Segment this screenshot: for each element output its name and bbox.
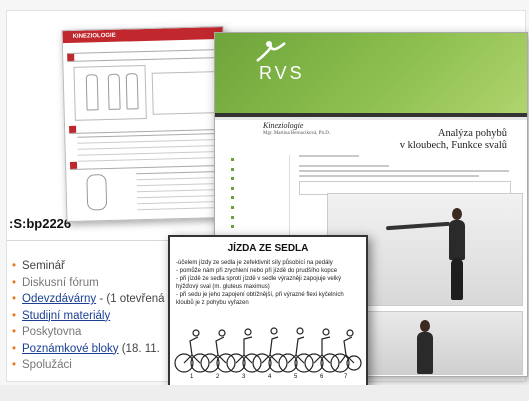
title-bar bbox=[215, 117, 527, 120]
table-box bbox=[151, 71, 219, 115]
menu-item-label: Diskusní fórum bbox=[22, 276, 99, 289]
menu-item-label: Spolužáci bbox=[22, 359, 72, 371]
frame-number: 6 bbox=[320, 374, 324, 379]
bullet-icon: • bbox=[12, 326, 17, 338]
body-figure bbox=[107, 73, 121, 110]
menu-item-label: Seminář bbox=[22, 260, 65, 272]
menu-item-forum[interactable]: • Diskusní fórum bbox=[12, 275, 165, 292]
bullet-icon: • bbox=[12, 260, 17, 272]
course-code: :S:bp2226 bbox=[9, 216, 72, 231]
card-line: - při sedu je jeho zapojení obtížnější, … bbox=[176, 292, 344, 306]
section-marker bbox=[67, 53, 75, 62]
cycling-card: JÍZDA ZE SEDLA -účelem jízdy ze sedla je… bbox=[168, 235, 368, 387]
bullet-icon: • bbox=[12, 309, 17, 322]
menu-item-link[interactable]: Poznámkové bloky bbox=[22, 343, 119, 355]
body-figure bbox=[85, 74, 99, 111]
menu-item-odevzdavarny[interactable]: • Odevzdávárny - (1 otevřená bbox=[12, 291, 165, 308]
menu-item-poznamky[interactable]: • Poznámkové bloky (18. 11. bbox=[12, 341, 165, 358]
menu-item-link[interactable]: Odevzdávárny bbox=[22, 293, 96, 305]
course-menu: • Seminář • Diskusní fórum • Odevzdávárny -… bbox=[12, 258, 165, 374]
rvs-logo-text: RVS bbox=[259, 63, 305, 83]
rvs-content bbox=[299, 155, 519, 195]
frame-number: 2 bbox=[216, 374, 220, 379]
menu-item-link[interactable]: Studijní materiály bbox=[22, 310, 110, 322]
card-line: -účelem jízdy ze sedla je zefektivnit sí… bbox=[176, 260, 333, 266]
body-figure bbox=[125, 73, 139, 110]
menu-item-spoluzaci[interactable]: • Spolužáci bbox=[12, 357, 165, 374]
rvs-title-line: v kloubech, Funkce svalů bbox=[399, 140, 507, 151]
menu-item-suffix: (18. 11. bbox=[118, 342, 160, 355]
bullet-icon: • bbox=[12, 293, 17, 305]
section-line bbox=[69, 123, 220, 134]
footer-strip bbox=[0, 385, 529, 401]
cyclist-sequence-illustration: 1 2 3 4 5 6 7 bbox=[174, 327, 362, 379]
frame-number: 1 bbox=[190, 374, 194, 379]
frame-number: 7 bbox=[344, 374, 348, 379]
rvs-title: Analýza pohybů v kloubech, Funkce svalů bbox=[357, 128, 507, 152]
card-line: - při jízdě ze sedla sprotí jízdě v sedl… bbox=[176, 276, 342, 290]
menu-item-seminar[interactable]: • Seminář bbox=[12, 258, 165, 275]
menu-item-studijni[interactable]: • Studijní materiály bbox=[12, 308, 165, 325]
menu-item-suffix: - (1 otevřená bbox=[96, 293, 165, 305]
menu-item-poskytovna[interactable]: • Poskytovna bbox=[12, 324, 165, 341]
frame-number: 3 bbox=[242, 374, 246, 379]
kineziologie-document: KINEZIOLOGIE bbox=[61, 25, 229, 223]
rvs-title-line: Analýza pohybů bbox=[437, 128, 507, 139]
menu-item-label: Poskytovna bbox=[22, 326, 82, 338]
data-table bbox=[77, 133, 216, 162]
rvs-author: Mgr. Martina Bernaciková, Ph.D. bbox=[263, 131, 331, 136]
frame-number: 4 bbox=[268, 374, 272, 379]
section-marker bbox=[69, 125, 77, 133]
rvs-logo-icon bbox=[256, 41, 286, 62]
card-title: JÍZDA ZE SEDLA bbox=[227, 243, 309, 254]
data-table bbox=[136, 171, 218, 211]
bullet-icon: • bbox=[12, 276, 17, 289]
section-marker bbox=[69, 161, 78, 169]
rvs-heading: Kineziologie bbox=[263, 121, 304, 130]
bullet-icon: • bbox=[12, 359, 17, 371]
document-title: KINEZIOLOGIE bbox=[62, 26, 223, 44]
bullet-icon: • bbox=[12, 342, 17, 355]
card-text: -účelem jízdy ze sedla je zefektivnit sí… bbox=[176, 259, 362, 307]
anatomy-figure bbox=[86, 174, 108, 211]
frame-number: 5 bbox=[294, 374, 298, 379]
card-line: - pomůže nám při zrychlení nebo při jízd… bbox=[176, 268, 338, 274]
